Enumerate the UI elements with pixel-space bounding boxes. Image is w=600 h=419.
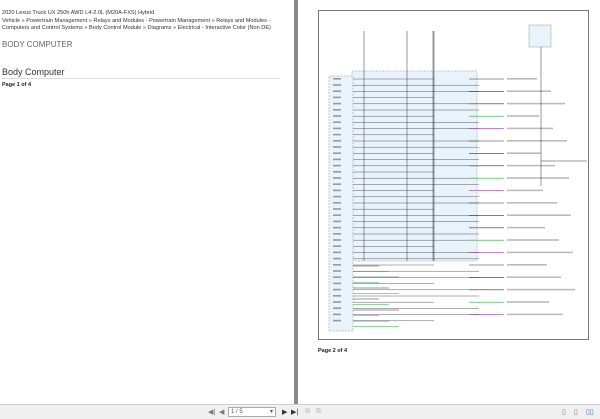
- wire-label: [507, 251, 573, 254]
- vehicle-title: 2020 Lexus Truck UX 250h AWD L4-2.0L (M2…: [2, 10, 155, 16]
- wire-label: [507, 102, 565, 105]
- pin-label: [333, 84, 341, 86]
- fit-width-icon[interactable]: ⧉: [316, 408, 321, 416]
- page-number-value: 1 / 5: [231, 409, 243, 415]
- breadcrumb-line-1: Vehicle » Powertrain Management » Relays…: [2, 17, 271, 24]
- pin-label: [333, 152, 341, 154]
- pin-label: [333, 146, 341, 148]
- page-number-left: Page 1 of 4: [2, 82, 32, 88]
- connector-box: [528, 24, 552, 48]
- continuous-icon[interactable]: ▯: [574, 408, 578, 416]
- prev-page-icon[interactable]: ◀: [219, 408, 224, 416]
- wire-label: [507, 177, 569, 179]
- wire-label: [507, 264, 547, 266]
- pin-label: [333, 115, 341, 117]
- pin-label: [333, 78, 341, 80]
- pin-label: [333, 158, 341, 161]
- wire-label: [507, 301, 549, 303]
- wire-label: [507, 140, 567, 142]
- pin-label: [333, 208, 341, 210]
- page-number-right: Page 2 of 4: [318, 348, 348, 354]
- pin-label: [333, 257, 341, 260]
- wiring-diagram-svg: [328, 24, 587, 332]
- pdf-toolbar: ◀| ◀ 1 / 5 ▾ ▶ ▶| ⧉ ⧉ ▯ ▯ ▯▯: [0, 404, 600, 419]
- section-title: BODY COMPUTER: [2, 40, 73, 49]
- dropdown-icon[interactable]: ▾: [270, 408, 273, 416]
- pin-label: [333, 313, 341, 316]
- breadcrumb-line-2: Computers and Control Systems » Body Con…: [2, 25, 271, 31]
- pin-label: [333, 233, 341, 235]
- wire-label: [507, 276, 561, 278]
- last-page-icon[interactable]: ▶|: [291, 408, 298, 416]
- pin-label: [333, 214, 341, 216]
- pin-label: [333, 183, 341, 185]
- pin-label: [333, 251, 341, 254]
- two-page-icon[interactable]: ▯▯: [586, 408, 594, 416]
- fit-page-icon[interactable]: ⧉: [305, 408, 310, 416]
- next-page-icon[interactable]: ▶: [282, 408, 287, 416]
- pin-label: [333, 96, 341, 99]
- wire-label: [507, 189, 543, 192]
- pin-label: [333, 140, 341, 142]
- pin-label: [333, 319, 341, 322]
- wire-label: [507, 127, 553, 130]
- page-number-input[interactable]: 1 / 5 ▾: [228, 407, 276, 417]
- wire-label: [507, 226, 545, 229]
- single-page-icon[interactable]: ▯: [562, 408, 566, 416]
- pin-label: [333, 307, 341, 309]
- pin-label: [333, 90, 341, 92]
- wire-label: [507, 152, 541, 154]
- pin-label: [333, 226, 341, 229]
- pin-label: [333, 220, 341, 223]
- pin-label: [333, 127, 341, 130]
- wire-label: [507, 239, 559, 241]
- wire-label: [507, 115, 539, 117]
- pin-label: [333, 164, 341, 167]
- pin-label: [333, 189, 341, 192]
- pin-label: [333, 264, 341, 266]
- right-page: Page 2 of 4: [298, 0, 600, 404]
- wire-label: [507, 288, 575, 291]
- wire-label: [507, 202, 557, 204]
- pin-label: [333, 270, 341, 272]
- pin-label: [333, 276, 341, 278]
- left-page: 2020 Lexus Truck UX 250h AWD L4-2.0L (M2…: [0, 0, 294, 404]
- wire-label: [507, 90, 551, 92]
- pin-label: [333, 202, 341, 204]
- pin-label: [333, 295, 341, 297]
- pin-label: [333, 245, 341, 247]
- pin-label: [333, 109, 341, 111]
- wire-label: [507, 214, 571, 216]
- pin-label: [333, 171, 341, 173]
- pin-label: [333, 133, 341, 136]
- page-heading: Body Computer: [2, 67, 280, 79]
- pin-label: [333, 177, 341, 179]
- first-page-icon[interactable]: ◀|: [208, 408, 215, 416]
- pin-label: [333, 195, 341, 198]
- pin-label: [333, 239, 341, 241]
- pin-label: [333, 102, 341, 105]
- wire-label: [507, 78, 537, 80]
- pin-label: [333, 282, 341, 285]
- wire-label: [507, 164, 555, 167]
- pin-label: [333, 288, 341, 291]
- wire-label: [507, 313, 563, 316]
- wiring-diagram: [318, 10, 589, 340]
- pin-label: [333, 301, 341, 303]
- pin-label: [333, 121, 341, 123]
